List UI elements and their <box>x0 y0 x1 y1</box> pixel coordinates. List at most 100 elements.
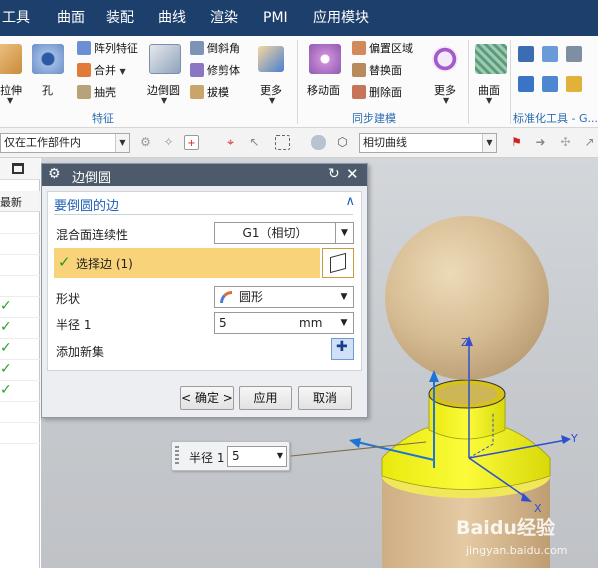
extrude-button[interactable]: 拉伸 ▼ <box>0 40 22 106</box>
edge-select-icon[interactable]: ⬡ <box>335 135 350 150</box>
crosshair-icon[interactable]: ⌖ <box>223 135 238 150</box>
shape-value: 圆形 <box>239 290 264 304</box>
cancel-button[interactable]: 取消 <box>298 386 352 410</box>
shape-label: 形状 <box>56 292 81 306</box>
move-face-icon <box>309 44 341 74</box>
edge-blend-icon <box>149 44 181 74</box>
menu-pmi[interactable]: PMI <box>263 0 288 36</box>
add-new-set-label: 添加新集 <box>56 345 105 359</box>
list-item[interactable] <box>0 276 40 297</box>
offset-region-button[interactable]: 偏置区域 <box>352 40 413 56</box>
menu-application[interactable]: 应用模块 <box>313 0 369 36</box>
list-item[interactable]: ✓ <box>0 381 40 402</box>
y-axis-label: Y <box>570 432 578 445</box>
chamfer-button[interactable]: 倒斜角 <box>190 40 240 56</box>
hole-icon <box>32 44 64 74</box>
arrow-right-icon[interactable]: ➜ <box>533 135 548 150</box>
divider <box>297 40 298 124</box>
more-button-sync[interactable]: 更多 ▼ <box>430 40 464 106</box>
apply-button[interactable]: 应用 <box>239 386 292 410</box>
curve-rule-select[interactable]: 相切曲线 ▼ <box>359 133 497 153</box>
delete-face-icon <box>352 85 366 99</box>
move-face-label: 移动面 <box>307 84 340 97</box>
ok-button[interactable]: < 确定 > <box>180 386 234 410</box>
list-item[interactable]: ✓ <box>0 318 40 339</box>
menu-assembly[interactable]: 装配 <box>106 0 134 36</box>
more-icon <box>258 46 284 72</box>
y-axis-arrow-icon <box>561 435 571 444</box>
radius-drag-arrow-icon[interactable] <box>349 438 361 448</box>
chevron-down-icon: ▼ <box>486 96 493 105</box>
x-axis-label: X <box>534 502 542 515</box>
delete-face-button[interactable]: 删除面 <box>352 84 402 100</box>
trim-body-button[interactable]: 修剪体 <box>190 62 240 78</box>
shape-select[interactable]: 圆形 ▼ <box>214 286 354 308</box>
list-item[interactable]: ✓ <box>0 339 40 360</box>
solid-body-icon[interactable] <box>311 135 326 150</box>
standard-tool-2-icon[interactable] <box>542 46 558 62</box>
collapse-chevron-icon[interactable]: ∧ <box>345 194 355 209</box>
standard-tool-1-icon[interactable] <box>518 46 534 62</box>
close-icon[interactable]: ✕ <box>346 165 359 183</box>
list-item[interactable] <box>0 423 40 444</box>
column-latest-label: 最新 <box>0 196 22 209</box>
standard-tool-6-icon[interactable] <box>566 76 582 92</box>
drag-handle-icon[interactable] <box>175 446 179 466</box>
blend-continuity-select[interactable]: G1（相切） ▼ <box>214 222 354 244</box>
surface-button[interactable]: 曲面 ▼ <box>473 40 507 106</box>
draft-button[interactable]: 拔模 <box>190 84 229 100</box>
point-snap-icon[interactable]: + <box>184 135 199 150</box>
menu-tools[interactable]: 工具 <box>2 0 30 36</box>
radius-input[interactable]: 5 mm ▼ <box>214 312 354 334</box>
stop-icon[interactable]: ⚑ <box>509 135 524 150</box>
edge-blend-button[interactable]: 边倒圆 ▼ <box>145 40 185 106</box>
refresh-icon <box>432 46 458 72</box>
check-icon: ✓ <box>58 253 71 271</box>
shell-button[interactable]: 抽壳 <box>77 84 116 100</box>
unite-button[interactable]: 合并 ▼ <box>77 62 126 78</box>
list-item[interactable] <box>0 213 40 234</box>
pattern-feature-button[interactable]: 阵列特征 <box>77 40 138 56</box>
gear-icon[interactable]: ⚙ <box>48 166 61 182</box>
hole-button[interactable]: 孔 <box>32 40 64 100</box>
filter-icon[interactable]: ⚙ <box>138 135 153 150</box>
box-select-icon[interactable] <box>275 135 290 150</box>
intersect-icon[interactable]: ✣ <box>558 135 573 150</box>
shell-label: 抽壳 <box>94 86 116 99</box>
more-button-feature[interactable]: 更多 ▼ <box>256 40 290 106</box>
reset-icon[interactable]: ↻ <box>328 166 340 182</box>
check-icon: ✓ <box>0 298 12 314</box>
onscreen-radius-input[interactable]: 5 ▼ <box>227 446 287 467</box>
menubar: 工具 曲面 装配 曲线 渲染 PMI 应用模块 <box>0 0 598 36</box>
neck-top <box>437 384 497 404</box>
standard-tool-4-icon[interactable] <box>518 76 534 92</box>
group-label-feature: 特征 <box>92 112 114 125</box>
menu-render[interactable]: 渲染 <box>210 0 238 36</box>
select-edge-row[interactable]: ✓ 选择边 (1) <box>54 248 320 278</box>
chevron-down-icon: ▼ <box>276 451 283 460</box>
select-edge-button[interactable] <box>322 248 354 278</box>
watermark-url: jingyan.baidu.com <box>465 544 568 557</box>
list-item[interactable] <box>0 234 40 255</box>
list-item[interactable] <box>0 402 40 423</box>
dialog-titlebar[interactable]: ⚙ 边倒圆 ↻ ✕ <box>42 164 367 186</box>
navigator-column-header[interactable]: 最新 <box>0 191 40 212</box>
standard-tool-5-icon[interactable] <box>542 76 558 92</box>
radius-label: 半径 1 <box>56 318 92 332</box>
pointer-icon[interactable]: ↖ <box>247 135 262 150</box>
draft-icon <box>190 85 204 99</box>
restore-icon[interactable] <box>12 163 24 174</box>
list-item[interactable]: ✓ <box>0 360 40 381</box>
snap-icon[interactable]: ✧ <box>161 135 176 150</box>
list-item[interactable] <box>0 255 40 276</box>
move-face-button[interactable]: 移动面 <box>305 40 345 106</box>
menu-surface[interactable]: 曲面 <box>57 0 85 36</box>
list-item[interactable]: ✓ <box>0 297 40 318</box>
standard-tool-3-icon[interactable] <box>566 46 582 62</box>
add-new-set-button[interactable]: ✚ <box>331 338 354 360</box>
offset-region-label: 偏置区域 <box>369 42 413 55</box>
line-icon[interactable]: ↗ <box>582 135 597 150</box>
selection-scope-select[interactable]: 仅在工作部件内 ▼ <box>0 133 130 153</box>
menu-curve[interactable]: 曲线 <box>158 0 186 36</box>
replace-face-button[interactable]: 替换面 <box>352 62 402 78</box>
